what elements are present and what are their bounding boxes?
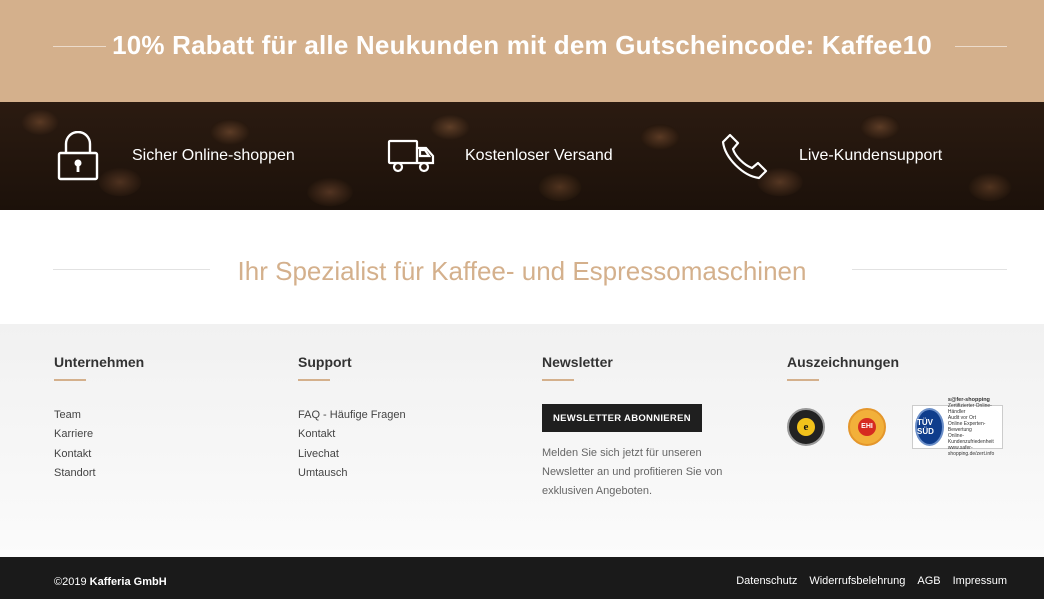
footer-column-title: Unternehmen — [54, 354, 145, 370]
legal-link-datenschutz[interactable]: Datenschutz — [736, 575, 797, 587]
footer-column-title: Newsletter — [542, 354, 613, 370]
title-underline — [787, 379, 819, 381]
tuv-seal: TÜV SÜD — [915, 408, 944, 446]
tagline-section: Ihr Spezialist für Kaffee- und Espressom… — [0, 210, 1044, 324]
company-name: Kafferia GmbH — [89, 576, 167, 588]
title-underline — [298, 379, 330, 381]
copyright-prefix: ©2019 — [54, 576, 87, 588]
footer-column-company: Unternehmen Team Karriere Kontakt Stando… — [54, 354, 254, 483]
feature-label: Sicher Online-shoppen — [132, 147, 295, 164]
footer-link-kontakt[interactable]: Kontakt — [298, 425, 498, 444]
footer-link-karriere[interactable]: Karriere — [54, 425, 254, 444]
footer-column-title: Support — [298, 354, 352, 370]
footer-link-kontakt[interactable]: Kontakt — [54, 445, 254, 464]
phone-icon — [721, 132, 769, 180]
tuv-badge-line: Zertifizierter Online-Händler — [947, 403, 992, 415]
footer-link-standort[interactable]: Standort — [54, 464, 254, 483]
tagline-heading: Ihr Spezialist für Kaffee- und Espressom… — [237, 256, 807, 286]
promo-banner: 10% Rabatt für alle Neukunden mit dem Gu… — [0, 0, 1044, 102]
footer-link-umtausch[interactable]: Umtausch — [298, 464, 498, 483]
footer-link-team[interactable]: Team — [54, 406, 254, 425]
footer-column-support: Support FAQ - Häufige Fragen Kontakt Liv… — [298, 354, 498, 483]
lock-icon — [54, 131, 102, 181]
features-band: Sicher Online-shoppen Kostenloser Versan… — [0, 102, 1044, 210]
trusted-shops-badge[interactable]: e — [787, 408, 825, 446]
tuv-badge-line: Online Experten-Bewertung — [947, 421, 986, 433]
feature-secure-shopping: Sicher Online-shoppen — [54, 102, 295, 210]
promo-text: 10% Rabatt für alle Neukunden mit dem Gu… — [112, 30, 932, 60]
footer-column-newsletter: Newsletter NEWSLETTER ABONNIEREN Melden … — [542, 354, 752, 502]
awards-row: e EHI TÜV SÜD s@fer-shopping Zertifizier… — [787, 397, 1007, 457]
footer-link-list: FAQ - Häufige Fragen Kontakt Livechat Um… — [298, 406, 498, 483]
tuv-badge-text: s@fer-shopping Zertifizierter Online-Hän… — [948, 397, 1000, 457]
newsletter-description: Melden Sie sich jetzt für unseren Newsle… — [542, 447, 723, 498]
legal-link-impressum[interactable]: Impressum — [953, 575, 1007, 587]
footer: Unternehmen Team Karriere Kontakt Stando… — [0, 324, 1044, 557]
legal-link-widerrufsbelehrung[interactable]: Widerrufsbelehrung — [809, 575, 905, 587]
feature-label: Kostenloser Versand — [465, 147, 613, 164]
legal-link-agb[interactable]: AGB — [917, 575, 940, 587]
feature-free-shipping: Kostenloser Versand — [387, 102, 613, 210]
title-underline — [542, 379, 574, 381]
truck-icon — [387, 132, 435, 180]
newsletter-subscribe-button[interactable]: NEWSLETTER ABONNIEREN — [542, 404, 702, 432]
feature-label: Live-Kundensupport — [799, 147, 943, 164]
promo-divider-right — [955, 46, 1007, 47]
trusted-shops-mark: e — [797, 418, 815, 436]
title-underline — [54, 379, 86, 381]
footer-link-list: Team Karriere Kontakt Standort — [54, 406, 254, 483]
footer-column-awards: Auszeichnungen e EHI TÜV SÜD s@fer-shopp… — [787, 354, 1007, 457]
copyright: ©2019 Kafferia GmbH — [54, 576, 167, 588]
tuv-safer-shopping-badge[interactable]: TÜV SÜD s@fer-shopping Zertifizierter On… — [912, 397, 1003, 457]
tuv-badge-line: Online-Kundenzufriedenheit — [947, 433, 994, 445]
tuv-badge-line: www.safer-shopping.de/zert.info — [947, 445, 995, 457]
legal-links: Datenschutz Widerrufsbelehrung AGB Impre… — [724, 575, 1007, 587]
bottom-bar: ©2019 Kafferia GmbH Datenschutz Widerruf… — [0, 557, 1044, 599]
feature-live-support: Live-Kundensupport — [721, 102, 942, 210]
ehi-mark: EHI — [858, 418, 876, 436]
footer-link-livechat[interactable]: Livechat — [298, 445, 498, 464]
footer-column-title: Auszeichnungen — [787, 354, 900, 370]
tagline-divider-right — [852, 269, 1007, 270]
footer-link-faq[interactable]: FAQ - Häufige Fragen — [298, 406, 498, 425]
ehi-badge[interactable]: EHI — [848, 408, 886, 446]
